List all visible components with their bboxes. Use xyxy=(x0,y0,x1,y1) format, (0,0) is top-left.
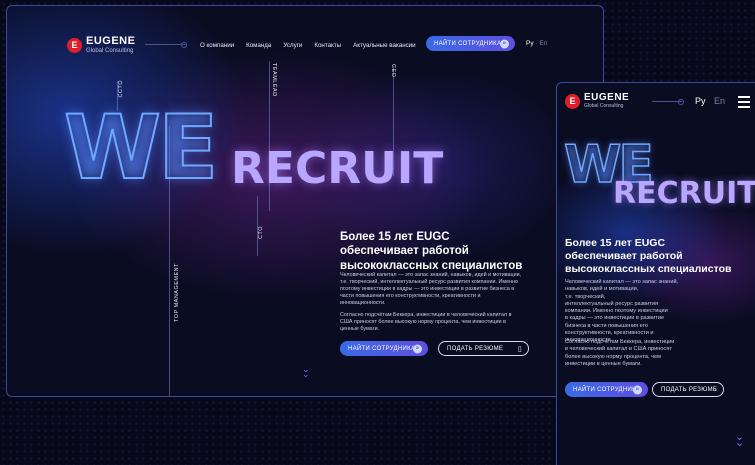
role-label-teamlead: TEAMLEAD xyxy=(271,63,277,97)
lang-en[interactable]: En xyxy=(539,40,547,47)
chevrons-icon: » xyxy=(633,385,642,394)
brand-subtitle: Global Consulting xyxy=(584,103,624,109)
hero-recruit-title: RECRUIT xyxy=(231,143,444,194)
language-switcher: Ру · En xyxy=(526,40,547,47)
hero-headline-line: Более 15 лет EUGC xyxy=(340,231,450,243)
chevrons-icon: » xyxy=(413,344,422,353)
logo-mark-icon: E xyxy=(565,93,580,109)
lang-en[interactable]: En xyxy=(714,96,725,106)
submit-resume-label: ПОДАТЬ РЕЗЮМЕ xyxy=(661,386,718,393)
hero-headline-line: высококлассных специалистов xyxy=(340,259,523,272)
header-find-employee-label: НАЙТИ СОТРУДНИКА xyxy=(434,40,502,47)
mobile-paragraph-2: Согласно подсчётам Беккера, инвестиции в… xyxy=(565,339,675,367)
mobile-hero-headline: Более 15 лет EUGC обеспечивает работой в… xyxy=(565,237,732,276)
hero-headline: Более 15 лет EUGC обеспечивает работой в… xyxy=(340,230,522,273)
mobile-paragraph-1: Человеческий капитал — это запас знаний,… xyxy=(565,279,679,344)
brand-name: EUGENE xyxy=(584,92,630,103)
brand-subtitle: Global Consulting xyxy=(86,48,134,54)
chevrons-icon: » xyxy=(500,39,509,48)
lang-ru[interactable]: Ру xyxy=(526,40,534,47)
decor-line xyxy=(145,42,187,48)
lang-ru[interactable]: Ру xyxy=(695,96,706,106)
decor-line xyxy=(652,99,684,105)
hero-we-outline: WE xyxy=(63,96,219,199)
mobile-language-switcher: Ру En xyxy=(695,96,725,106)
role-label-top-management: TOP MANAGEMENT xyxy=(174,263,180,323)
nav-item-about[interactable]: О компании xyxy=(200,42,234,49)
role-label-cto: CTO xyxy=(258,226,264,240)
mobile-submit-resume-button[interactable]: ПОДАТЬ РЕЗЮМЕ › xyxy=(652,382,724,397)
double-chevron-down-icon[interactable]: ⌄ ⌄ xyxy=(735,432,744,449)
nav-item-vacancies[interactable]: Актуальные вакансии xyxy=(353,42,416,49)
mobile-find-employee-button[interactable]: НАЙТИ СОТРУДНИКА » xyxy=(565,382,648,397)
nav-item-team[interactable]: Команда xyxy=(246,42,271,49)
logo-mark-icon: E xyxy=(67,37,82,53)
brand-logo[interactable]: E EUGENE Global Consulting xyxy=(67,36,135,54)
submit-resume-button[interactable]: ПОДАТЬ РЕЗЮМЕ ▯ xyxy=(438,341,529,356)
mobile-preview: E EUGENE Global Consulting Ру En WE RECR… xyxy=(556,82,755,465)
submit-resume-label: ПОДАТЬ РЕЗЮМЕ xyxy=(447,345,504,352)
nav-item-services[interactable]: Услуги xyxy=(283,42,302,49)
double-chevron-down-icon[interactable]: ⌄ ⌄ xyxy=(302,365,310,379)
find-employee-button[interactable]: НАЙТИ СОТРУДНИКА » xyxy=(340,341,428,356)
role-label-ccto: CCTO xyxy=(118,80,124,98)
hero-paragraph-1: Человеческий капитал — это запас знаний,… xyxy=(340,272,522,307)
role-label-ceo: CEO xyxy=(390,64,396,78)
find-employee-label: НАЙТИ СОТРУДНИКА xyxy=(573,386,641,393)
nav-item-contacts[interactable]: Контакты xyxy=(314,42,341,49)
mobile-brand-logo[interactable]: E EUGENE Global Consulting xyxy=(565,93,629,109)
hero-headline-line: обеспечивает работой xyxy=(340,245,469,258)
chevron-right-icon: › xyxy=(714,386,717,393)
desktop-preview: E EUGENE Global Consulting О компании Ко… xyxy=(6,5,604,397)
main-nav: О компании Команда Услуги Контакты Актуа… xyxy=(200,42,428,49)
hamburger-icon[interactable] xyxy=(738,96,750,111)
lang-separator: · xyxy=(535,40,538,47)
document-icon: ▯ xyxy=(517,345,522,353)
find-employee-label: НАЙТИ СОТРУДНИКА xyxy=(348,345,416,352)
header-find-employee-button[interactable]: НАЙТИ СОТРУДНИКА » xyxy=(426,36,515,51)
hero-paragraph-2: Согласно подсчётам Беккера, инвестиции в… xyxy=(340,312,512,333)
mobile-hero-recruit-title: RECRUIT xyxy=(613,176,755,211)
brand-name: EUGENE xyxy=(86,35,136,47)
